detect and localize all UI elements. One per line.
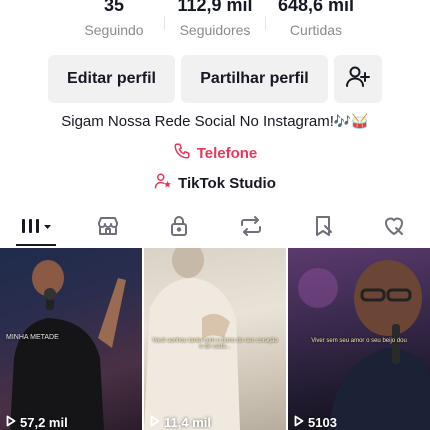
view-count-value: 57,2 mil <box>20 415 68 430</box>
phone-link[interactable]: Telefone <box>0 142 430 164</box>
play-icon <box>6 415 16 430</box>
video-thumbnail[interactable]: Viver sem seu amor o seu beijo dou 5103 <box>288 248 430 430</box>
profile-stats: 35 Seguindo 112,9 mil Seguidores 648,6 m… <box>0 0 430 44</box>
profile-actions: Editar perfil Partilhar perfil <box>48 55 382 103</box>
bookmark-icon <box>311 214 335 243</box>
video-caption: MINHA METADE <box>6 334 59 341</box>
video-thumbnail[interactable]: Você sonhou tanto com o dono do seu cora… <box>144 248 286 430</box>
tab-shop[interactable] <box>72 208 144 248</box>
likes-label: Curtidas <box>289 22 343 38</box>
view-count-value: 5103 <box>308 415 337 430</box>
phone-label: Telefone <box>196 144 258 162</box>
video-caption: Viver sem seu amor o seu beijo dou <box>311 338 407 344</box>
lock-icon <box>167 214 191 243</box>
phone-icon <box>173 142 191 164</box>
view-count: 11,4 mil <box>150 415 211 430</box>
followers-label: Seguidores <box>179 22 251 38</box>
view-count-value: 11,4 mil <box>164 415 211 430</box>
stat-followers[interactable]: 112,9 mil Seguidores <box>165 0 265 44</box>
tiktok-studio-link[interactable]: TikTok Studio <box>0 172 430 194</box>
followers-count: 112,9 mil <box>177 0 253 15</box>
video-caption: Você sonhou tanto com o dono do seu cora… <box>152 338 278 350</box>
tab-favorites[interactable] <box>287 208 359 248</box>
bio-text: Sigam Nossa Rede Social No Instagram! <box>61 113 334 130</box>
following-label: Seguindo <box>84 22 144 38</box>
video-thumbnail[interactable]: MINHA METADE 57,2 mil <box>0 248 142 430</box>
profile-bio: Sigam Nossa Rede Social No Instagram!🎶🥁 <box>0 113 430 130</box>
content-tabs <box>0 208 430 248</box>
studio-icon <box>154 172 172 194</box>
view-count: 5103 <box>294 415 337 430</box>
grid-icon <box>19 215 53 242</box>
video-grid: MINHA METADE 57,2 mil Você sonhou tanto … <box>0 248 430 430</box>
stat-following[interactable]: 35 Seguindo <box>64 0 164 44</box>
person-plus-icon <box>345 64 371 95</box>
view-count: 57,2 mil <box>6 415 68 430</box>
tab-videos[interactable] <box>0 208 72 248</box>
play-icon <box>294 415 304 430</box>
liked-icon <box>381 214 407 243</box>
add-friend-button[interactable] <box>334 55 382 103</box>
edit-profile-button[interactable]: Editar perfil <box>48 55 175 103</box>
tab-reposts[interactable] <box>215 208 287 248</box>
likes-count: 648,6 mil <box>277 0 355 15</box>
play-icon <box>150 415 160 430</box>
repost-icon <box>238 214 264 243</box>
tab-private[interactable] <box>143 208 215 248</box>
bio-emoji: 🎶🥁 <box>333 113 369 129</box>
studio-label: TikTok Studio <box>178 174 276 192</box>
following-count: 35 <box>103 0 125 15</box>
stat-likes[interactable]: 648,6 mil Curtidas <box>266 0 366 44</box>
tab-liked[interactable] <box>358 208 430 248</box>
shop-icon <box>96 214 120 243</box>
share-profile-button[interactable]: Partilhar perfil <box>181 55 328 103</box>
